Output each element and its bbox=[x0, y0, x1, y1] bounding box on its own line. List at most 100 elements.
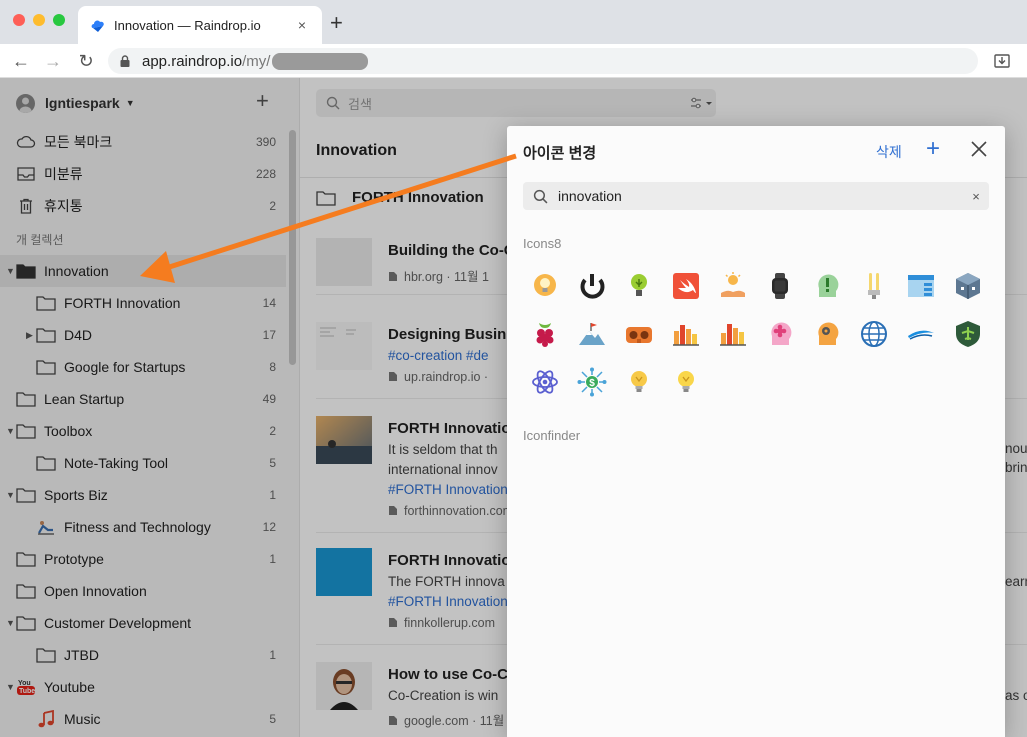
bookmark-tags[interactable]: #FORTH Innovation bbox=[388, 594, 508, 609]
tab-close-icon[interactable]: × bbox=[294, 17, 310, 33]
collection-count: 14 bbox=[262, 296, 276, 310]
filter-options-icon[interactable] bbox=[690, 96, 716, 110]
add-collection-button[interactable]: + bbox=[256, 90, 269, 112]
subcollection-row[interactable]: FORTH Innovation bbox=[316, 189, 484, 206]
smartwatch-icon bbox=[772, 273, 788, 299]
close-icon[interactable] bbox=[970, 140, 988, 158]
collection-item[interactable]: Prototype 1 bbox=[0, 543, 286, 575]
collection-item[interactable]: Music 5 bbox=[0, 703, 286, 735]
forward-arrow-icon[interactable]: → bbox=[41, 49, 65, 73]
bulb-icon bbox=[631, 371, 647, 392]
icon-option[interactable] bbox=[715, 316, 751, 352]
collection-item[interactable]: ▶ D4D 17 bbox=[0, 319, 286, 351]
address-bar[interactable]: app.raindrop.io/my/ bbox=[108, 48, 978, 74]
icon-option[interactable]: $ bbox=[574, 364, 610, 400]
download-icon[interactable] bbox=[993, 52, 1011, 70]
bookmark-tags[interactable]: #co-creation #de bbox=[388, 348, 489, 363]
browser-tab[interactable]: Innovation — Raindrop.io × bbox=[78, 6, 322, 44]
folder-icon bbox=[16, 424, 36, 439]
collection-item[interactable]: Open Innovation bbox=[0, 575, 286, 607]
icon-option[interactable] bbox=[668, 268, 704, 304]
collection-item[interactable]: ▼ Toolbox 2 bbox=[0, 415, 286, 447]
icon-option[interactable] bbox=[621, 316, 657, 352]
collection-item[interactable]: ▼ Sports Biz 1 bbox=[0, 479, 286, 511]
collection-label: Customer Development bbox=[44, 615, 192, 631]
icon-option[interactable] bbox=[809, 268, 845, 304]
bookmark-excerpt: It is seldom that th bbox=[388, 442, 498, 457]
raspberry-icon bbox=[536, 323, 554, 347]
collection-item[interactable]: Fitness and Technology 12 bbox=[0, 511, 286, 543]
main-search-input[interactable]: 검색 bbox=[316, 89, 716, 117]
icon-option[interactable] bbox=[527, 268, 563, 304]
fitness-icon bbox=[38, 521, 54, 535]
collection-label: D4D bbox=[64, 327, 93, 343]
change-icon-dialog: 아이콘 변경 삭제 + innovation × Icons8 $ Iconfi… bbox=[507, 126, 1005, 737]
expand-toggle-icon[interactable]: ▶ bbox=[26, 330, 36, 341]
sidebar-item-미분류[interactable]: 미분류 228 bbox=[0, 158, 286, 190]
user-name: lgntiespark bbox=[45, 95, 120, 111]
icon-option[interactable] bbox=[762, 268, 798, 304]
bookmark-thumbnail bbox=[316, 548, 372, 596]
sidebar-item-모든 북마크[interactable]: 모든 북마크 390 bbox=[0, 126, 286, 158]
icon-option[interactable] bbox=[903, 316, 939, 352]
icon-search-input[interactable]: innovation × bbox=[523, 182, 989, 210]
bookmark-thumbnail bbox=[316, 322, 372, 370]
expand-toggle-icon[interactable]: ▼ bbox=[6, 682, 16, 692]
collection-label: Google for Startups bbox=[64, 359, 186, 375]
icon-option[interactable] bbox=[621, 268, 657, 304]
collection-count: 1 bbox=[269, 488, 276, 502]
collection-item[interactable]: ▼ Customer Development bbox=[0, 607, 286, 639]
expand-toggle-icon[interactable]: ▼ bbox=[6, 490, 16, 500]
browser-toolbar: ← → ↻ app.raindrop.io/my/ bbox=[0, 44, 1027, 78]
reload-icon[interactable]: ↻ bbox=[74, 49, 98, 73]
icon-option[interactable] bbox=[809, 316, 845, 352]
window-close-button[interactable] bbox=[13, 14, 25, 26]
icon-option[interactable] bbox=[574, 268, 610, 304]
sidebar-item-휴지통[interactable]: 휴지통 2 bbox=[0, 190, 286, 222]
collection-item[interactable]: FORTH Innovation 14 bbox=[0, 287, 286, 319]
bookmark-tags[interactable]: #FORTH Innovation bbox=[388, 482, 508, 497]
new-tab-button[interactable]: + bbox=[330, 12, 343, 34]
folder-icon bbox=[16, 392, 36, 407]
sidebar: lgntiespark ▼ + 모든 북마크 390 미분류 228 휴지통 2 개 컬렉… bbox=[0, 78, 300, 737]
tube-light-icon bbox=[868, 273, 880, 299]
user-menu[interactable]: lgntiespark ▼ bbox=[16, 92, 286, 114]
delete-icon-button[interactable]: 삭제 bbox=[876, 142, 902, 162]
collection-item[interactable]: Note-Taking Tool 5 bbox=[0, 447, 286, 479]
icon-option[interactable] bbox=[715, 268, 751, 304]
sidebar-item-label: 미분류 bbox=[44, 166, 83, 182]
bulb-plant-icon bbox=[631, 274, 647, 296]
icon-option[interactable] bbox=[527, 364, 563, 400]
expand-toggle-icon[interactable]: ▼ bbox=[6, 266, 16, 276]
icon-option[interactable] bbox=[668, 364, 704, 400]
icon-option[interactable] bbox=[527, 316, 563, 352]
sidebar-scrollbar[interactable] bbox=[289, 130, 296, 365]
collection-item[interactable]: ▼ Innovation bbox=[0, 255, 286, 287]
icon-option[interactable] bbox=[668, 316, 704, 352]
collection-label: JTBD bbox=[64, 647, 99, 663]
document-icon bbox=[389, 272, 397, 281]
back-arrow-icon[interactable]: ← bbox=[9, 49, 33, 73]
collection-item[interactable]: Google for Startups 8 bbox=[0, 351, 286, 383]
icon-option[interactable] bbox=[950, 268, 986, 304]
collection-count: 17 bbox=[262, 328, 276, 342]
collection-item[interactable]: JTBD 1 bbox=[0, 639, 286, 671]
expand-toggle-icon[interactable]: ▼ bbox=[6, 618, 16, 628]
icon-option[interactable] bbox=[903, 268, 939, 304]
clear-search-icon[interactable]: × bbox=[963, 189, 989, 204]
window-minimize-button[interactable] bbox=[33, 14, 45, 26]
expand-toggle-icon[interactable]: ▼ bbox=[6, 426, 16, 436]
icon-option[interactable] bbox=[950, 316, 986, 352]
bookmark-title: How to use Co-C bbox=[388, 666, 508, 683]
icon-option[interactable] bbox=[856, 268, 892, 304]
upload-icon-button[interactable]: + bbox=[926, 137, 940, 161]
window-zoom-button[interactable] bbox=[53, 14, 65, 26]
collection-item[interactable]: ▼ You Tube Youtube bbox=[0, 671, 286, 703]
bookmark-domain: google.com · 11월 bbox=[404, 714, 505, 728]
icon-option[interactable] bbox=[856, 316, 892, 352]
icon-option[interactable] bbox=[621, 364, 657, 400]
icon-option[interactable] bbox=[762, 316, 798, 352]
folder-icon bbox=[36, 648, 56, 663]
collection-item[interactable]: Lean Startup 49 bbox=[0, 383, 286, 415]
icon-option[interactable] bbox=[574, 316, 610, 352]
